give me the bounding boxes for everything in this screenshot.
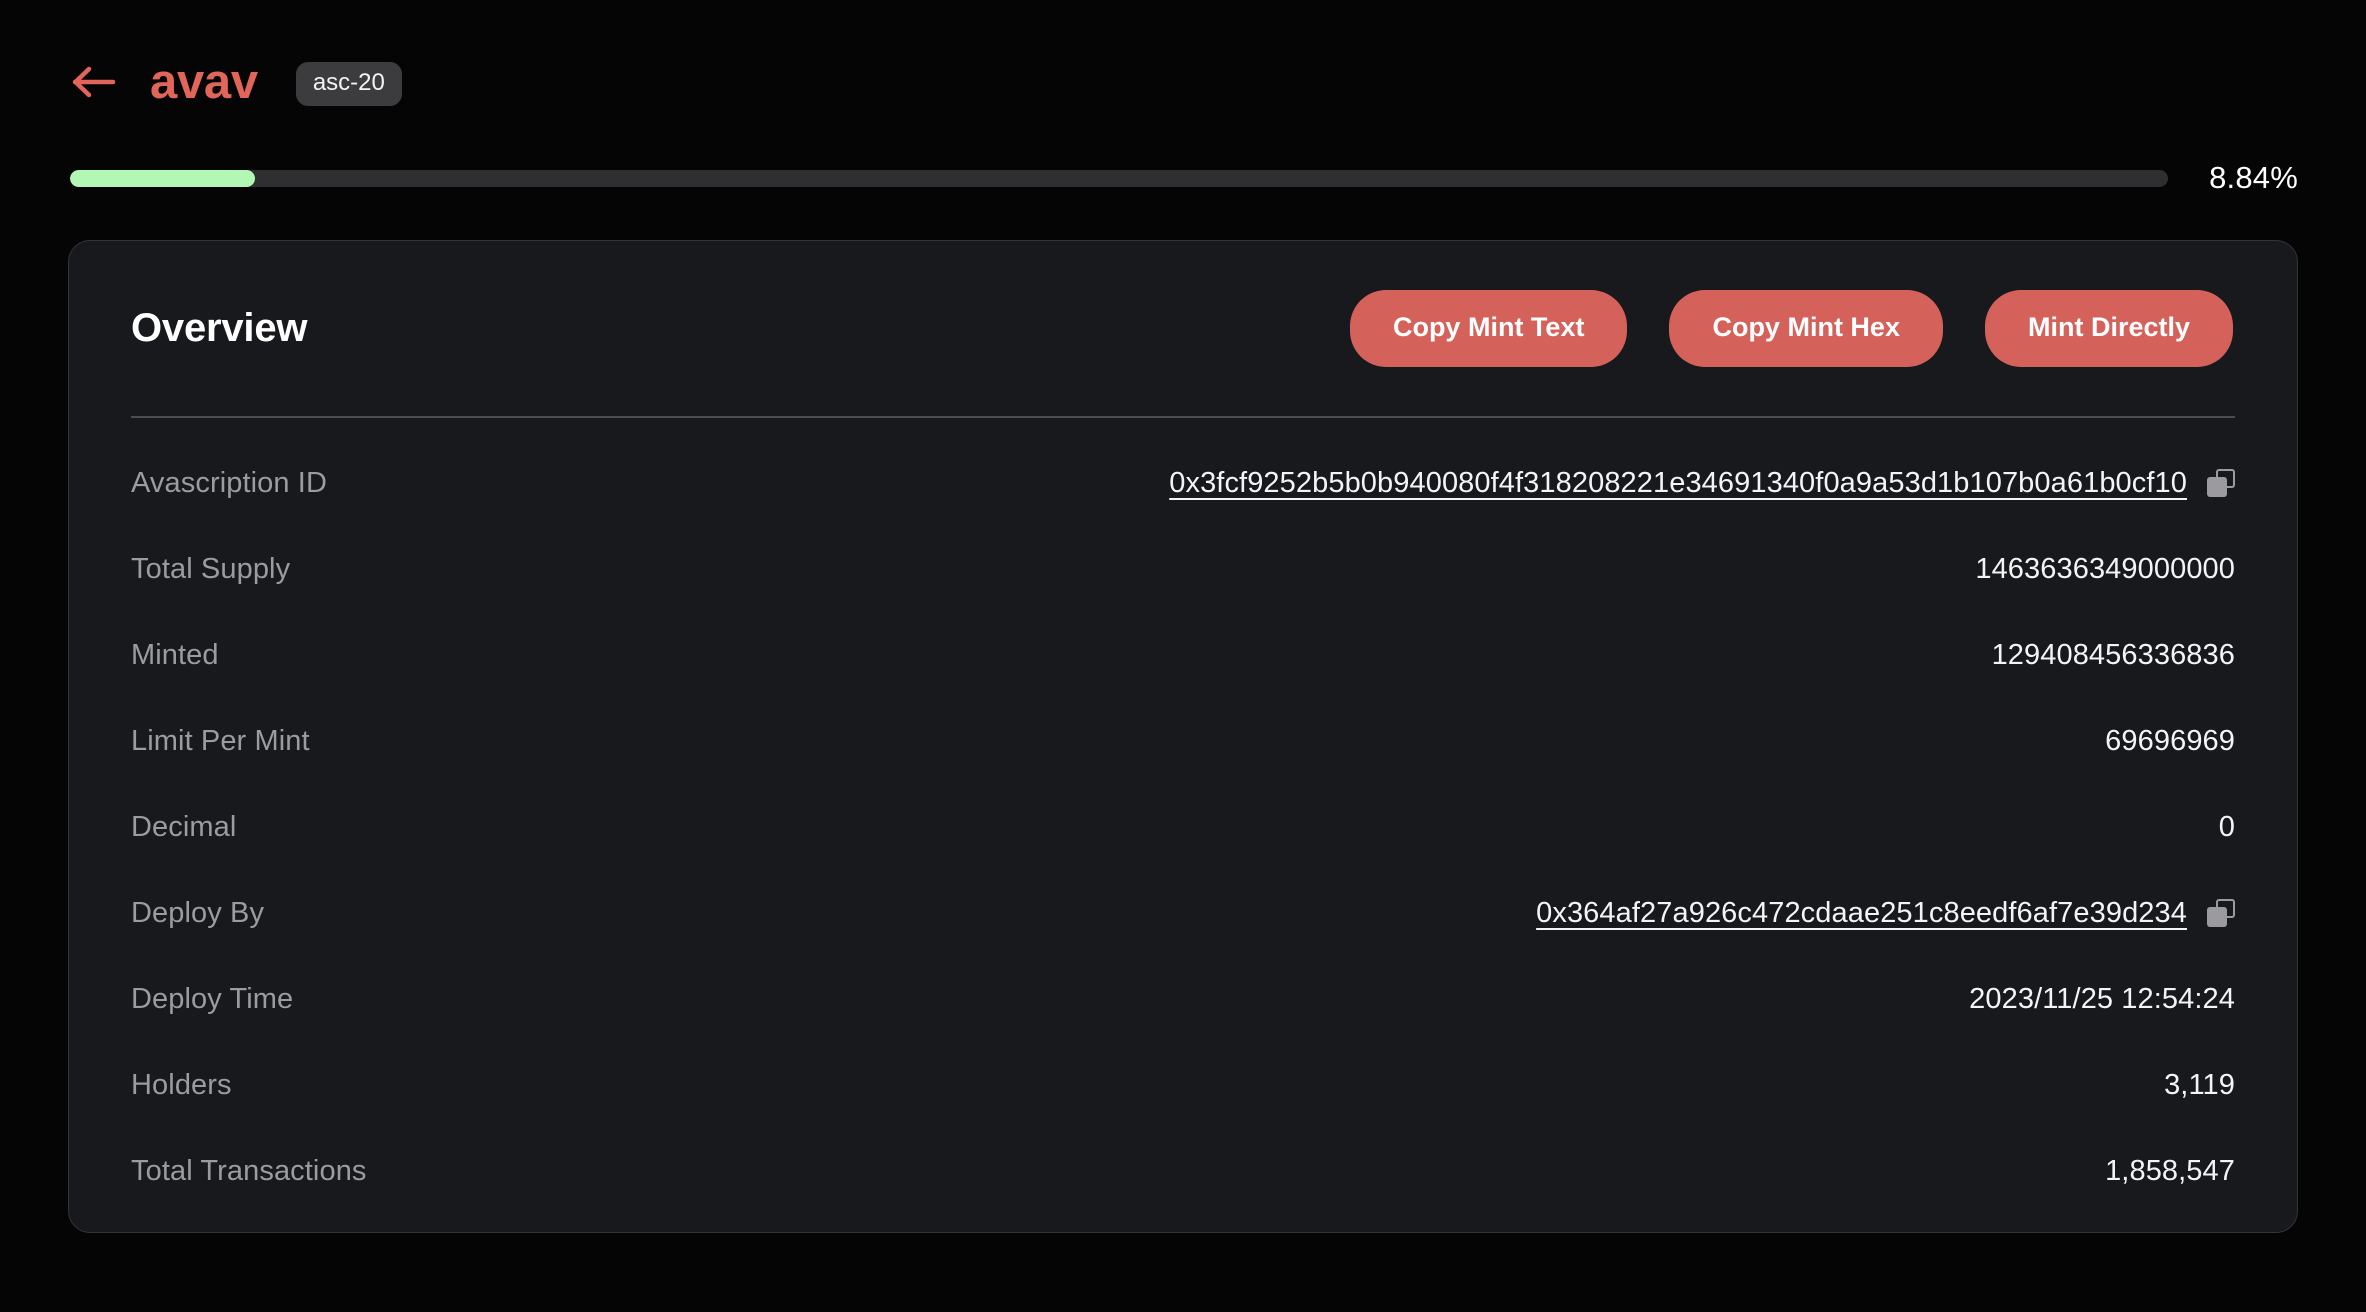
detail-row-label: Total Transactions <box>131 1154 367 1187</box>
progress-fill <box>70 169 256 187</box>
detail-row-value: 69696969 <box>2105 725 2235 758</box>
detail-row: Deploy By 0x364af27a926c472cdaae251c8eedf… <box>131 870 2235 956</box>
detail-row: Total Supply 1463636349000000 <box>131 526 2235 612</box>
detail-row-text: 3,119 <box>2164 1068 2235 1101</box>
detail-row-value: 0 <box>2219 811 2235 844</box>
detail-row: Minted 129408456336836 <box>131 612 2235 698</box>
detail-row: Holders 3,119 <box>131 1042 2235 1128</box>
progress-percent-label: 8.84% <box>2209 160 2298 195</box>
mint-directly-button[interactable]: Mint Directly <box>1984 290 2233 367</box>
detail-row-label: Decimal <box>131 810 237 843</box>
detail-row: Total Transactions 1,858,547 <box>131 1128 2235 1214</box>
token-detail-page: avav asc-20 8.84% Overview Copy Mint Tex… <box>0 0 2366 1312</box>
detail-row: Limit Per Mint 69696969 <box>131 698 2235 784</box>
detail-row-text: 2023/11/25 12:54:24 <box>1969 982 2235 1015</box>
copy-mint-text-button[interactable]: Copy Mint Text <box>1349 290 1628 367</box>
detail-row-label: Avascription ID <box>131 466 327 499</box>
detail-row-label: Total Supply <box>131 552 291 585</box>
protocol-badge: asc-20 <box>295 62 402 106</box>
page-title: avav <box>150 54 258 109</box>
overview-card: Overview Copy Mint Text Copy Mint Hex Mi… <box>68 240 2298 1233</box>
overview-title: Overview <box>131 306 308 350</box>
detail-row-value: 129408456336836 <box>1992 639 2235 672</box>
progress-track <box>70 169 2168 187</box>
mint-progress: 8.84% <box>68 160 2298 196</box>
back-button[interactable] <box>68 56 120 108</box>
overview-detail-list: Avascription ID 0x3fcf9252b5b0b940080f4f3… <box>131 418 2235 1214</box>
detail-row: Avascription ID 0x3fcf9252b5b0b940080f4f3… <box>131 440 2235 526</box>
detail-row-value: 0x364af27a926c472cdaae251c8eedf6af7e39d2… <box>1536 897 2235 930</box>
arrow-left-icon <box>72 65 116 99</box>
copy-icon[interactable] <box>2207 469 2235 497</box>
overview-card-header: Overview Copy Mint Text Copy Mint Hex Mi… <box>131 241 2235 416</box>
detail-row-value: 1,858,547 <box>2105 1155 2235 1188</box>
detail-row-text: 1,858,547 <box>2105 1154 2235 1187</box>
detail-row-value: 0x3fcf9252b5b0b940080f4f318208221e346913… <box>1169 467 2235 500</box>
copy-mint-hex-button[interactable]: Copy Mint Hex <box>1669 290 1943 367</box>
detail-row-label: Limit Per Mint <box>131 724 310 757</box>
detail-row-text: 0 <box>2218 810 2235 843</box>
copy-icon[interactable] <box>2207 899 2235 927</box>
detail-row-label: Holders <box>131 1068 232 1101</box>
detail-row-value: 2023/11/25 12:54:24 <box>1969 983 2235 1016</box>
detail-row-link[interactable]: 0x364af27a926c472cdaae251c8eedf6af7e39d2… <box>1536 897 2187 930</box>
detail-row: Decimal 0 <box>131 784 2235 870</box>
detail-row-value: 3,119 <box>2164 1069 2235 1102</box>
detail-row-label: Deploy Time <box>131 982 294 1015</box>
detail-row-value: 1463636349000000 <box>1975 553 2235 586</box>
page-header: avav asc-20 <box>68 0 2298 122</box>
detail-row-text: 69696969 <box>2105 724 2235 757</box>
detail-row-text: 129408456336836 <box>1991 638 2235 671</box>
detail-row-label: Minted <box>131 638 219 671</box>
detail-row-link[interactable]: 0x3fcf9252b5b0b940080f4f318208221e346913… <box>1169 467 2187 500</box>
overview-actions: Copy Mint Text Copy Mint Hex Mint Direct… <box>1349 290 2233 367</box>
detail-row-label: Deploy By <box>131 896 265 929</box>
detail-row: Deploy Time 2023/11/25 12:54:24 <box>131 956 2235 1042</box>
detail-row-text: 1463636349000000 <box>1975 552 2235 585</box>
